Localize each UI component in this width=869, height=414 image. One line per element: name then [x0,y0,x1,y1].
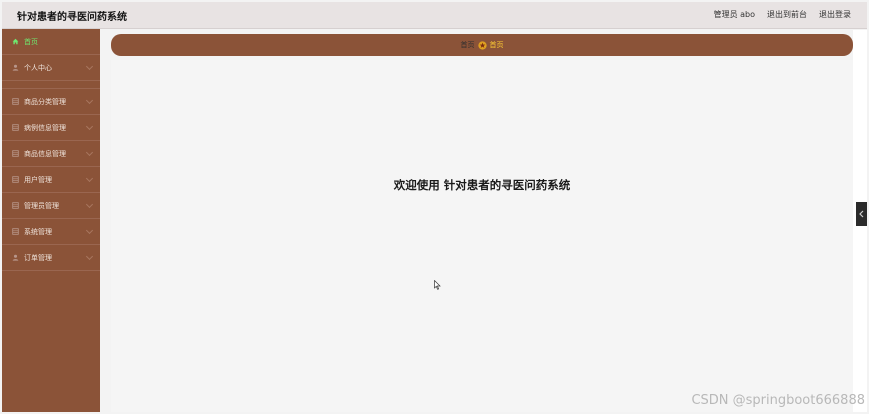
breadcrumb-current: 首页 [489,41,504,49]
sidebar-item-label: 系统管理 [24,227,52,236]
grid-icon [12,98,19,105]
sidebar-item-users[interactable]: 用户管理 [2,167,100,193]
star-icon [477,40,487,50]
sidebar-item-profile[interactable]: 个人中心 [2,55,100,81]
app-title: 针对患者的寻医问药系统 [17,12,127,23]
collapse-panel-button[interactable] [856,202,867,226]
home-icon [12,38,19,45]
exit-to-front-link[interactable]: 退出到前台 [767,9,807,20]
sidebar-item-label: 商品分类管理 [24,97,66,106]
app-window: 针对患者的寻医问药系统 管理员 abo 退出到前台 退出登录 首页 个人中心 商… [0,0,869,414]
sidebar: 首页 个人中心 商品分类管理 病例信息管理 商品信息管理 用户管理 管理员管理 … [2,29,100,412]
mouse-cursor-icon [434,280,441,290]
sidebar-item-products[interactable]: 商品信息管理 [2,141,100,167]
chevron-down-icon [85,62,94,71]
user-icon [12,254,19,261]
chevron-down-icon [85,200,94,209]
menu-divider [2,81,100,89]
chevron-down-icon [85,174,94,183]
sidebar-item-label: 订单管理 [24,253,52,262]
sidebar-item-label: 首页 [24,37,38,46]
breadcrumb-home-link[interactable]: 首页 [461,40,475,50]
sidebar-item-admins[interactable]: 管理员管理 [2,193,100,219]
sidebar-item-label: 病例信息管理 [24,123,66,132]
grid-icon [12,176,19,183]
top-header: 针对患者的寻医问药系统 管理员 abo 退出到前台 退出登录 [2,2,867,29]
chevron-down-icon [85,252,94,261]
header-actions: 管理员 abo 退出到前台 退出登录 [714,9,851,20]
breadcrumb: 首页 首页 [111,34,853,56]
chevron-down-icon [85,96,94,105]
sidebar-item-label: 用户管理 [24,175,52,184]
chevron-left-icon [859,210,864,218]
grid-icon [12,202,19,209]
sidebar-item-label: 管理员管理 [24,201,59,210]
sidebar-item-home[interactable]: 首页 [2,29,100,55]
main-content: 欢迎使用 针对患者的寻医问药系统 [111,60,853,412]
sidebar-item-category[interactable]: 商品分类管理 [2,89,100,115]
welcome-heading: 欢迎使用 针对患者的寻医问药系统 [393,178,571,192]
logout-link[interactable]: 退出登录 [819,9,851,20]
chevron-down-icon [85,226,94,235]
sidebar-item-system[interactable]: 系统管理 [2,219,100,245]
chevron-down-icon [85,122,94,131]
chevron-down-icon [85,148,94,157]
grid-icon [12,228,19,235]
grid-icon [12,124,19,131]
admin-label: 管理员 abo [713,10,755,19]
sidebar-item-orders[interactable]: 订单管理 [2,245,100,271]
sidebar-item-label: 个人中心 [24,63,52,72]
user-icon [12,64,19,71]
grid-icon [12,150,19,157]
sidebar-item-label: 商品信息管理 [24,149,66,158]
sidebar-item-cases[interactable]: 病例信息管理 [2,115,100,141]
watermark: CSDN @springboot666888 [691,393,865,408]
